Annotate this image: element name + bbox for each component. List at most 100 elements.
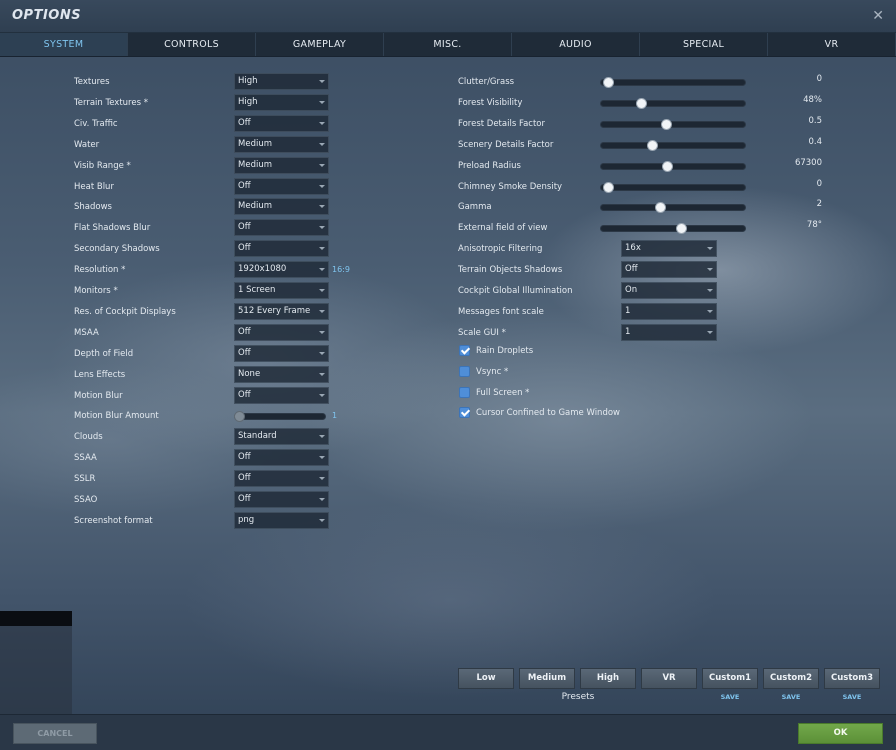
gamma-slider[interactable]: [600, 202, 746, 213]
depth-of-field-dropdown[interactable]: Off: [234, 345, 329, 362]
visib-range-dropdown[interactable]: Medium: [234, 157, 329, 174]
clouds-dropdown[interactable]: Standard: [234, 428, 329, 445]
save-custom3-link[interactable]: SAVE: [824, 693, 880, 701]
terrain-textures-value: High: [238, 97, 258, 107]
tab-misc[interactable]: MISC.: [384, 33, 512, 56]
chevron-down-icon: [319, 205, 325, 208]
cursor-confined-to-game-window-label[interactable]: Cursor Confined to Game Window: [476, 408, 620, 418]
msaa-dropdown[interactable]: Off: [234, 324, 329, 341]
ssaa-dropdown[interactable]: Off: [234, 449, 329, 466]
screenshot-format-label: Screenshot format: [74, 516, 153, 526]
preset-custom1-button[interactable]: Custom1: [702, 668, 758, 689]
vsync-label[interactable]: Vsync *: [476, 367, 508, 377]
tab-system[interactable]: SYSTEM: [0, 33, 128, 56]
monitors-value: 1 Screen: [238, 285, 276, 295]
shadows-dropdown[interactable]: Medium: [234, 198, 329, 215]
preset-custom2-button[interactable]: Custom2: [763, 668, 819, 689]
res-of-cockpit-displays-dropdown[interactable]: 512 Every Frame: [234, 303, 329, 320]
chevron-down-icon: [319, 268, 325, 271]
civ-traffic-dropdown[interactable]: Off: [234, 115, 329, 132]
chevron-down-icon: [319, 164, 325, 167]
scenery-details-factor-slider-knob[interactable]: [646, 140, 658, 151]
rain-droplets-label[interactable]: Rain Droplets: [476, 346, 533, 356]
tab-vr[interactable]: VR: [768, 33, 896, 56]
ok-button[interactable]: OK: [798, 723, 883, 744]
chevron-down-icon: [319, 498, 325, 501]
flat-shadows-blur-dropdown[interactable]: Off: [234, 219, 329, 236]
resolution-dropdown[interactable]: 1920x1080: [234, 261, 329, 278]
tab-audio[interactable]: AUDIO: [512, 33, 640, 56]
preset-high-button[interactable]: High: [580, 668, 636, 689]
heat-blur-dropdown[interactable]: Off: [234, 178, 329, 195]
preset-custom3-button[interactable]: Custom3: [824, 668, 880, 689]
scenery-details-factor-slider[interactable]: [600, 140, 746, 151]
chevron-down-icon: [319, 247, 325, 250]
ssao-dropdown[interactable]: Off: [234, 491, 329, 508]
sslr-dropdown[interactable]: Off: [234, 470, 329, 487]
water-value: Medium: [238, 139, 272, 149]
chevron-down-icon: [319, 477, 325, 480]
anisotropic-filtering-label: Anisotropic Filtering: [458, 244, 543, 254]
rain-droplets-checkbox[interactable]: [459, 345, 470, 356]
terrain-textures-dropdown[interactable]: High: [234, 94, 329, 111]
dark-overlay: [0, 611, 72, 715]
motion-blur-amount-slider-knob[interactable]: [234, 411, 245, 422]
gamma-slider-knob[interactable]: [655, 202, 667, 213]
tab-controls[interactable]: CONTROLS: [128, 33, 256, 56]
preload-radius-slider-knob[interactable]: [662, 161, 674, 172]
monitors-dropdown[interactable]: 1 Screen: [234, 282, 329, 299]
lens-effects-dropdown[interactable]: None: [234, 366, 329, 383]
forest-visibility-slider-knob[interactable]: [635, 98, 647, 109]
motion-blur-dropdown[interactable]: Off: [234, 387, 329, 404]
cockpit-global-illumination-label: Cockpit Global Illumination: [458, 286, 573, 296]
clutter-grass-slider[interactable]: [600, 77, 746, 88]
motion-blur-amount-slider[interactable]: [234, 411, 326, 422]
chimney-smoke-density-slider-knob[interactable]: [602, 182, 614, 193]
terrain-objects-shadows-dropdown[interactable]: Off: [621, 261, 717, 278]
tab-gameplay[interactable]: GAMEPLAY: [256, 33, 384, 56]
preload-radius-slider[interactable]: [600, 161, 746, 172]
visib-range-value: Medium: [238, 160, 272, 170]
forest-details-factor-slider[interactable]: [600, 119, 746, 130]
textures-dropdown[interactable]: High: [234, 73, 329, 90]
preset-vr-button[interactable]: VR: [641, 668, 697, 689]
tab-special[interactable]: SPECIAL: [640, 33, 768, 56]
close-icon[interactable]: ✕: [872, 8, 884, 24]
secondary-shadows-value: Off: [238, 243, 251, 253]
ssao-value: Off: [238, 494, 251, 504]
chevron-down-icon: [319, 331, 325, 334]
secondary-shadows-dropdown[interactable]: Off: [234, 240, 329, 257]
external-field-of-view-slider[interactable]: [600, 223, 746, 234]
full-screen-label[interactable]: Full Screen *: [476, 388, 529, 398]
vsync-checkbox[interactable]: [459, 366, 470, 377]
anisotropic-filtering-value: 16x: [625, 243, 641, 253]
terrain-objects-shadows-label: Terrain Objects Shadows: [458, 265, 563, 275]
forest-details-factor-slider-knob[interactable]: [660, 119, 672, 130]
water-dropdown[interactable]: Medium: [234, 136, 329, 153]
scenery-details-factor-label: Scenery Details Factor: [458, 140, 554, 150]
motion-blur-amount-label: Motion Blur Amount: [74, 411, 159, 421]
preset-low-button[interactable]: Low: [458, 668, 514, 689]
external-field-of-view-slider-knob[interactable]: [675, 223, 687, 234]
gamma-label: Gamma: [458, 202, 492, 212]
cursor-confined-to-game-window-checkbox[interactable]: [459, 407, 470, 418]
anisotropic-filtering-dropdown[interactable]: 16x: [621, 240, 717, 257]
preset-medium-button[interactable]: Medium: [519, 668, 575, 689]
save-custom1-link[interactable]: SAVE: [702, 693, 758, 701]
scale-gui-dropdown[interactable]: 1: [621, 324, 717, 341]
clouds-value: Standard: [238, 431, 277, 441]
chimney-smoke-density-slider[interactable]: [600, 182, 746, 193]
textures-value: High: [238, 76, 258, 86]
save-custom2-link[interactable]: SAVE: [763, 693, 819, 701]
chevron-down-icon: [319, 185, 325, 188]
forest-visibility-slider[interactable]: [600, 98, 746, 109]
chevron-down-icon: [319, 226, 325, 229]
full-screen-checkbox[interactable]: [459, 387, 470, 398]
screenshot-format-dropdown[interactable]: png: [234, 512, 329, 529]
cockpit-global-illumination-value: On: [625, 285, 638, 295]
cancel-button[interactable]: CANCEL: [13, 723, 97, 744]
cockpit-global-illumination-dropdown[interactable]: On: [621, 282, 717, 299]
shadows-value: Medium: [238, 201, 272, 211]
clutter-grass-slider-knob[interactable]: [602, 77, 614, 88]
messages-font-scale-dropdown[interactable]: 1: [621, 303, 717, 320]
